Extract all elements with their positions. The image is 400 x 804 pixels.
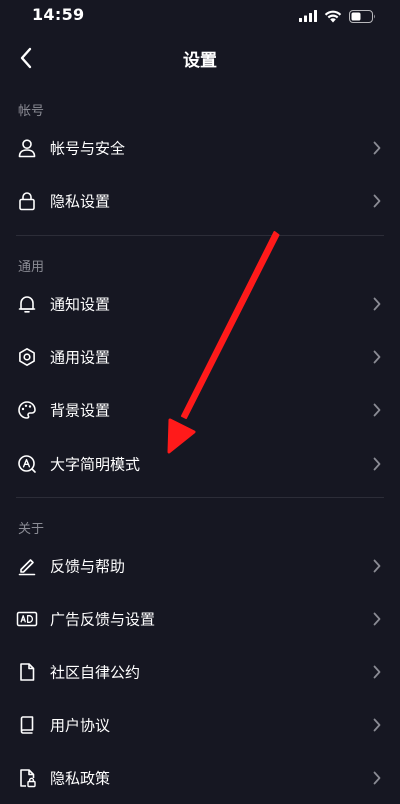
chevron-right-icon [373,665,381,678]
section-divider [16,235,384,236]
settings-item-label: 大字简明模式 [50,455,141,473]
chevron-right-icon [373,297,381,310]
settings-item-community-guidelines[interactable]: 社区自律公约 [0,645,400,698]
chevron-right-icon [373,559,381,572]
section-header-about: 关于 [18,522,45,537]
cellular-signal-icon [299,10,317,22]
palette-icon [16,399,38,421]
chevron-right-icon [373,718,381,731]
page-title: 设置 [183,51,217,71]
chevron-right-icon [373,771,381,784]
battery-icon [349,9,375,23]
settings-item-user-agreement[interactable]: 用户协议 [0,698,400,751]
status-time: 14:59 [32,5,85,24]
settings-item-label: 通知设置 [50,295,111,313]
settings-item-label: 反馈与帮助 [50,557,126,575]
chevron-right-icon [373,403,381,416]
book-icon [16,714,38,736]
document-icon [16,661,38,683]
chevron-right-icon [373,141,381,154]
status-bar: 14:59 [0,0,400,32]
wifi-icon [324,10,342,23]
pen-icon [16,555,38,577]
large-font-icon [16,453,38,475]
settings-item-label: 社区自律公约 [50,663,141,681]
settings-item-label: 用户协议 [50,716,111,734]
section-header-account: 帐号 [18,104,45,119]
settings-item-label: 广告反馈与设置 [50,610,156,628]
chevron-right-icon [373,457,381,470]
settings-item-privacy-policy[interactable]: 隐私政策 [0,751,400,804]
settings-item-notifications[interactable]: 通知设置 [0,277,400,330]
settings-item-label: 背景设置 [50,401,111,419]
gear-icon [16,346,38,368]
settings-item-general-settings[interactable]: 通用设置 [0,330,400,383]
settings-item-label: 隐私设置 [50,192,111,210]
ad-icon [16,608,38,630]
settings-item-ad-feedback[interactable]: 广告反馈与设置 [0,592,400,645]
lock-icon [16,190,38,212]
settings-item-label: 帐号与安全 [50,139,126,157]
nav-bar: 设置 [0,32,400,84]
settings-item-feedback-help[interactable]: 反馈与帮助 [0,539,400,592]
settings-item-privacy-settings[interactable]: 隐私设置 [0,174,400,227]
privacy-doc-icon [16,767,38,789]
settings-item-label: 隐私政策 [50,769,111,787]
status-icons [299,8,376,24]
person-icon [16,137,38,159]
chevron-right-icon [373,350,381,363]
settings-item-background[interactable]: 背景设置 [0,383,400,436]
chevron-right-icon [373,194,381,207]
chevron-right-icon [373,612,381,625]
settings-item-account-security[interactable]: 帐号与安全 [0,121,400,174]
settings-item-label: 通用设置 [50,348,111,366]
section-header-general: 通用 [18,260,45,275]
bell-icon [16,293,38,315]
section-divider [16,497,384,498]
settings-item-large-font-mode[interactable]: 大字简明模式 [0,437,400,490]
